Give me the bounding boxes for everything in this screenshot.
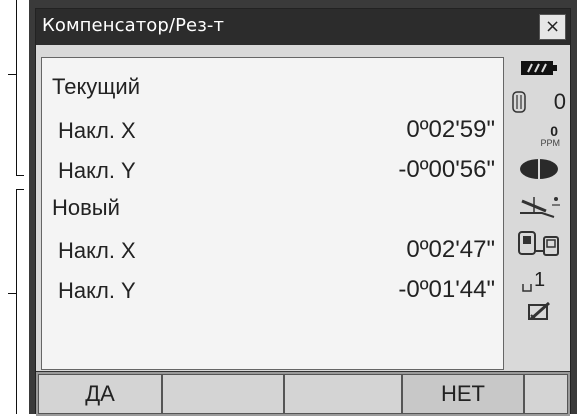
ppm-indicator: 0 PPM (508, 123, 570, 153)
page-bracket-icon (522, 284, 532, 292)
current-heading: Текущий (52, 74, 140, 99)
page-number: 1 (534, 269, 546, 291)
prism-constant-indicator: 0 (508, 89, 570, 117)
bracket-current-pointer (8, 74, 16, 75)
dialog-panel: Компенсатор/Рез-т × Текущий Накл. X 0º02… (35, 8, 571, 416)
new-tilt-y-label: Накл. Y (58, 278, 136, 303)
page-indicator: 1 (508, 269, 570, 295)
status-sidebar: 0 0 PPM 1 (508, 51, 570, 373)
prism-constant-value: 0 (553, 89, 566, 114)
bracket-new-start (16, 189, 24, 190)
new-tilt-x-label: Накл. X (58, 238, 136, 263)
current-tilt-x-value: 0º02'59" (406, 116, 495, 143)
current-tilt-y-label: Накл. Y (58, 158, 136, 183)
new-heading: Новый (52, 195, 120, 220)
title-bar: Компенсатор/Рез-т × (36, 9, 570, 45)
softkey-f3[interactable] (284, 374, 402, 414)
softkey-yes[interactable]: ДА (38, 374, 162, 414)
bracket-new-pointer (8, 293, 16, 294)
softkey-f5[interactable] (524, 374, 568, 414)
current-tilt-y-value: -0º00'56" (398, 156, 495, 183)
window-title: Компенсатор/Рез-т (42, 15, 225, 36)
input-mode-icon (508, 301, 570, 327)
softkey-f2[interactable] (162, 374, 284, 414)
ppm-unit: PPM (540, 138, 560, 148)
close-button[interactable]: × (539, 14, 566, 40)
bracket-current (16, 0, 17, 175)
softkey-no[interactable]: НЕТ (402, 374, 524, 414)
battery-icon (508, 59, 570, 81)
tilt-compensator-icon (508, 191, 570, 225)
instrument-link-icon (508, 229, 570, 263)
prism-icon (512, 91, 526, 113)
content-area: Текущий Накл. X 0º02'59" Накл. Y -0º00'5… (41, 57, 504, 370)
bracket-new (16, 189, 17, 414)
new-tilt-x-value: 0º02'47" (406, 236, 495, 263)
ppm-value: 0 (550, 123, 558, 139)
softkey-bar: ДА НЕТ (36, 371, 570, 416)
new-tilt-y-value: -0º01'44" (398, 276, 495, 303)
edm-target-icon (508, 157, 570, 185)
current-tilt-x-label: Накл. X (58, 118, 136, 143)
bracket-current-end (16, 175, 24, 176)
